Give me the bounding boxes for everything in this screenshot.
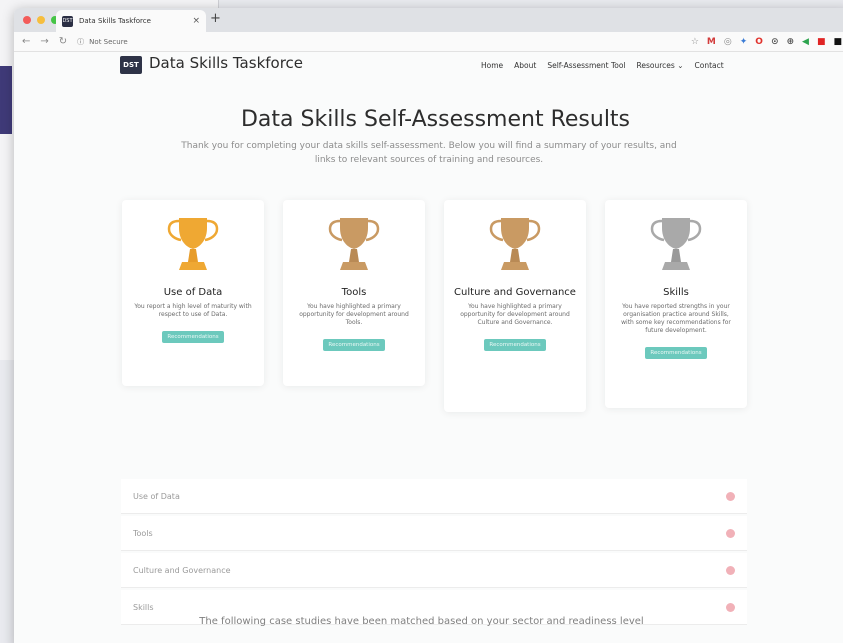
expand-icon[interactable]: [726, 528, 735, 538]
accordion-item-culture-governance[interactable]: Culture and Governance: [121, 553, 747, 588]
card-text: You report a high level of maturity with…: [134, 303, 252, 318]
web-page: DST Data Skills Taskforce Home About Sel…: [14, 52, 843, 643]
forward-icon[interactable]: →: [40, 36, 48, 47]
accordion-label: Culture and Governance: [133, 565, 231, 575]
accordion-label: Tools: [133, 528, 153, 538]
nav-self-assessment[interactable]: Self-Assessment Tool: [547, 61, 625, 70]
new-tab-button[interactable]: +: [210, 11, 221, 26]
favicon-icon: DST: [62, 15, 73, 27]
nav-about[interactable]: About: [514, 61, 536, 70]
result-card-tools: Tools You have highlighted a primary opp…: [283, 200, 425, 386]
card-text: You have highlighted a primary opportuni…: [460, 303, 570, 326]
extension-icon[interactable]: ✦: [740, 37, 748, 47]
nav-resources[interactable]: Resources ⌄: [637, 61, 684, 70]
bronze-trophy-icon: [489, 218, 541, 270]
extension-icons: ☆ M ◎ ✦ O ⊙ ⊕ ◀ ■ ■: [691, 37, 842, 47]
accordion-label: Skills: [133, 602, 154, 612]
bookmark-star-icon[interactable]: ☆: [691, 37, 699, 47]
tab-bar: DST Data Skills Taskforce × +: [14, 8, 843, 32]
card-title: Culture and Governance: [454, 287, 576, 298]
opera-icon[interactable]: O: [755, 37, 763, 47]
result-card-use-of-data: Use of Data You report a high level of m…: [122, 200, 264, 386]
accordion-item-tools[interactable]: Tools: [121, 516, 747, 551]
settings-icon[interactable]: ⊕: [787, 37, 795, 47]
nav-contact[interactable]: Contact: [695, 61, 724, 70]
expand-icon[interactable]: [726, 565, 735, 575]
accordion-label: Use of Data: [133, 491, 180, 501]
tab-title: Data Skills Taskforce: [79, 17, 151, 25]
browser-tab[interactable]: DST Data Skills Taskforce ×: [56, 10, 206, 32]
site-logo[interactable]: DST: [120, 56, 142, 74]
dark-extension-icon[interactable]: ■: [833, 37, 842, 47]
close-window-button[interactable]: [23, 16, 31, 24]
recommendations-button[interactable]: Recommendations: [484, 339, 546, 351]
card-title: Skills: [663, 287, 689, 298]
browser-toolbar: ← → ↻ ⓘ Not Secure ☆ M ◎ ✦ O ⊙ ⊕ ◀ ■ ■: [14, 32, 843, 52]
card-text: You have highlighted a primary opportuni…: [299, 303, 409, 326]
site-title[interactable]: Data Skills Taskforce: [149, 54, 303, 72]
card-text: You have reported strengths in your orga…: [621, 303, 731, 334]
reload-icon[interactable]: ↻: [59, 36, 67, 47]
red-extension-icon[interactable]: ■: [817, 37, 826, 47]
info-icon[interactable]: ⓘ: [77, 37, 84, 47]
gmail-icon[interactable]: M: [707, 37, 716, 47]
site-nav: Home About Self-Assessment Tool Resource…: [481, 61, 724, 70]
background-window-accent: [0, 66, 12, 134]
bronze-trophy-icon: [328, 218, 380, 270]
security-label: Not Secure: [89, 37, 128, 46]
expand-icon[interactable]: [726, 602, 735, 612]
recommendations-button[interactable]: Recommendations: [323, 339, 385, 351]
nav-home[interactable]: Home: [481, 61, 503, 70]
card-title: Use of Data: [163, 287, 223, 298]
password-icon[interactable]: ⊙: [771, 37, 779, 47]
case-studies-intro: The following case studies have been mat…: [199, 616, 644, 627]
close-tab-icon[interactable]: ×: [192, 16, 200, 26]
address-bar[interactable]: ⓘ Not Secure: [77, 37, 681, 47]
back-icon[interactable]: ←: [22, 36, 30, 47]
accordion-item-use-of-data[interactable]: Use of Data: [121, 479, 747, 514]
green-extension-icon[interactable]: ◀: [802, 37, 809, 47]
minimize-window-button[interactable]: [37, 16, 45, 24]
site-header: DST Data Skills Taskforce Home About Sel…: [14, 52, 843, 82]
gold-trophy-icon: [167, 218, 219, 270]
card-title: Tools: [341, 287, 367, 298]
browser-window: DST Data Skills Taskforce × + ← → ↻ ⓘ No…: [14, 8, 843, 643]
recommendations-button[interactable]: Recommendations: [645, 347, 707, 359]
window-controls: [23, 16, 59, 24]
result-card-culture-governance: Culture and Governance You have highligh…: [444, 200, 586, 412]
silver-trophy-icon: [650, 218, 702, 270]
page-title: Data Skills Self-Assessment Results: [240, 107, 631, 132]
result-card-skills: Skills You have reported strengths in yo…: [605, 200, 747, 408]
recommendations-button[interactable]: Recommendations: [162, 331, 224, 343]
expand-icon[interactable]: [726, 491, 735, 501]
camera-icon[interactable]: ◎: [724, 37, 732, 47]
page-subtitle: Thank you for completing your data skill…: [181, 141, 677, 165]
